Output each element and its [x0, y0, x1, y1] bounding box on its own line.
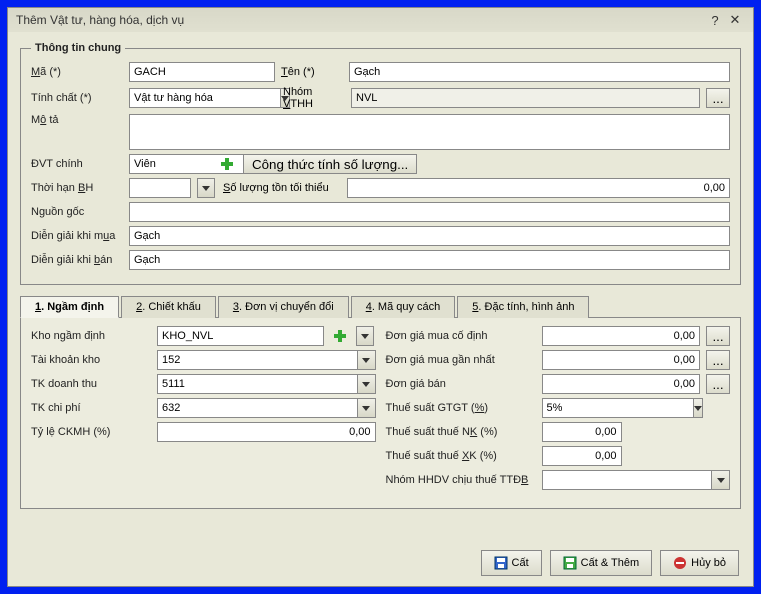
general-fieldset: Thông tin chung Mã (*) Tên (*) Tính chất…	[20, 42, 741, 285]
dongiaban-input[interactable]	[542, 374, 701, 394]
sltoithieu-input[interactable]	[347, 178, 730, 198]
close-button[interactable]: ✕	[725, 12, 745, 28]
nguongoc-input[interactable]	[129, 202, 730, 222]
cancel-button[interactable]: Hủy bỏ	[660, 550, 739, 576]
dropdown-icon[interactable]	[197, 178, 215, 198]
save-label: Cất	[512, 557, 529, 569]
dongiamuacd-browse[interactable]: ...	[706, 326, 730, 346]
dropdown-icon[interactable]	[358, 350, 376, 370]
general-legend: Thông tin chung	[31, 42, 125, 54]
ten-label: Tên (*)	[281, 66, 343, 78]
dongiamuacd-label: Đơn giá mua cố định	[386, 330, 536, 342]
dvt-combo[interactable]	[129, 154, 211, 174]
help-button[interactable]: ?	[705, 13, 725, 28]
tsnk-label: Thuế suất thuế NK (%)	[386, 426, 536, 438]
cancel-label: Hủy bỏ	[691, 557, 726, 569]
tinhchat-label: Tính chất (*)	[31, 92, 123, 104]
tyleckmh-label: Tỷ lệ CKMH (%)	[31, 426, 151, 438]
diengiai-ban-input[interactable]	[129, 250, 730, 270]
tkkho-input[interactable]	[157, 350, 358, 370]
kho-combo[interactable]	[157, 326, 324, 346]
content-area: Thông tin chung Mã (*) Tên (*) Tính chất…	[8, 32, 753, 540]
dropdown-icon[interactable]	[358, 374, 376, 394]
window-title: Thêm Vật tư, hàng hóa, dịch vụ	[16, 13, 705, 27]
tab-strip: 1. Ngầm định 2. Chiết khấu 3. Đơn vị chu…	[20, 295, 741, 318]
diengiai-mua-label: Diễn giải khi mua	[31, 230, 123, 242]
save-add-button[interactable]: Cất & Thêm	[550, 550, 653, 576]
dialog-window: Thêm Vật tư, hàng hóa, dịch vụ ? ✕ Thông…	[7, 7, 754, 587]
tkcp-label: TK chi phí	[31, 402, 151, 414]
dongiamuagn-browse[interactable]: ...	[706, 350, 730, 370]
dropdown-icon[interactable]	[712, 470, 730, 490]
tab-ngamdinh[interactable]: 1. Ngầm định	[20, 296, 119, 318]
title-bar: Thêm Vật tư, hàng hóa, dịch vụ ? ✕	[8, 8, 753, 32]
mota-input[interactable]	[129, 114, 730, 150]
dongiamuagn-input[interactable]	[542, 350, 701, 370]
nhomttdb-combo[interactable]	[542, 470, 731, 490]
tinhchat-input[interactable]	[129, 88, 281, 108]
tkcp-input[interactable]	[157, 398, 358, 418]
tkdt-combo[interactable]	[157, 374, 376, 394]
thoihanbh-input[interactable]	[129, 178, 191, 198]
tsgtgt-combo[interactable]	[542, 398, 622, 418]
sltoithieu-label: Số lượng tồn tối thiểu	[223, 182, 341, 194]
footer-actions: Cất Cất & Thêm Hủy bỏ	[8, 540, 753, 586]
thoihanbh-unit-combo[interactable]	[197, 178, 217, 198]
ten-input[interactable]	[349, 62, 730, 82]
tkkho-combo[interactable]	[157, 350, 376, 370]
dropdown-icon[interactable]	[358, 398, 376, 418]
plus-icon[interactable]	[330, 326, 350, 346]
tab-panel-ngamdinh: Kho ngầm định Tài khoản kho	[20, 318, 741, 509]
diengiai-ban-label: Diễn giải khi bán	[31, 254, 123, 266]
save-icon	[494, 556, 508, 570]
tsgtgt-input[interactable]	[542, 398, 694, 418]
tab-dactinh[interactable]: 5. Đặc tính, hình ảnh	[457, 296, 589, 318]
thoihanbh-label: Thời hạn BH	[31, 182, 123, 194]
ma-input[interactable]	[129, 62, 275, 82]
nhom-input[interactable]	[351, 88, 700, 108]
mota-label: Mô tả	[31, 114, 123, 126]
tyleckmh-input[interactable]	[157, 422, 376, 442]
tsxk-label: Thuế suất thuế XK (%)	[386, 450, 536, 462]
dropdown-icon[interactable]	[356, 326, 374, 346]
tab-chietkhau[interactable]: 2. Chiết khấu	[121, 296, 216, 318]
dongiamuacd-input[interactable]	[542, 326, 701, 346]
tkcp-combo[interactable]	[157, 398, 376, 418]
tab-maquycach[interactable]: 4. Mã quy cách	[351, 296, 456, 318]
dvt-label: ĐVT chính	[31, 158, 123, 170]
tkdt-input[interactable]	[157, 374, 358, 394]
tsnk-input[interactable]	[542, 422, 622, 442]
nhomttdb-label: Nhóm HHDV chịu thuế TTĐB	[386, 474, 536, 486]
kho-input[interactable]	[157, 326, 324, 346]
save-add-icon	[563, 556, 577, 570]
diengiai-mua-input[interactable]	[129, 226, 730, 246]
tinhchat-combo[interactable]	[129, 88, 277, 108]
dongiaban-label: Đơn giá bán	[386, 378, 536, 390]
kho-dd[interactable]	[356, 326, 376, 346]
nhom-label: Nhóm VTHH	[283, 86, 345, 110]
tsxk-input[interactable]	[542, 446, 622, 466]
tkkho-label: Tài khoản kho	[31, 354, 151, 366]
ma-label: Mã (*)	[31, 66, 123, 78]
congthuc-button[interactable]: Công thức tính số lượng...	[243, 154, 417, 174]
plus-icon[interactable]	[217, 154, 237, 174]
nhomttdb-input[interactable]	[542, 470, 713, 490]
nhom-browse-button[interactable]: ...	[706, 88, 730, 108]
save-add-label: Cất & Thêm	[581, 557, 640, 569]
dongiamuagn-label: Đơn giá mua gần nhất	[386, 354, 536, 366]
nguongoc-label: Nguồn gốc	[31, 206, 123, 218]
tsgtgt-label: Thuế suất GTGT (%)	[386, 402, 536, 414]
dongiaban-browse[interactable]: ...	[706, 374, 730, 394]
dropdown-icon[interactable]	[694, 398, 703, 418]
cancel-icon	[673, 556, 687, 570]
save-button[interactable]: Cất	[481, 550, 542, 576]
tkdt-label: TK doanh thu	[31, 378, 151, 390]
kho-label: Kho ngầm định	[31, 330, 151, 342]
tab-dvchuyendoi[interactable]: 3. Đơn vị chuyển đổi	[218, 296, 349, 318]
